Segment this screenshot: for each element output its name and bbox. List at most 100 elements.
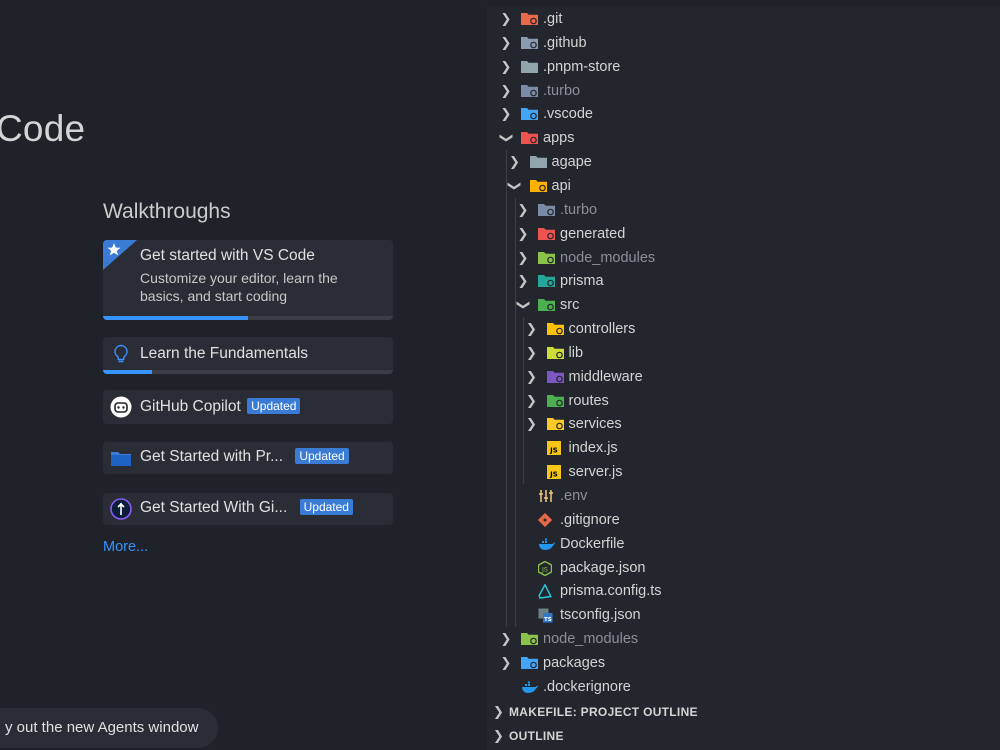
- svg-text:TS: TS: [544, 617, 552, 623]
- tree-item-label: middleware: [568, 368, 643, 385]
- tree-item-label: .git: [543, 11, 563, 27]
- tree-folder[interactable]: ❯ .turbo: [487, 198, 1000, 222]
- tree-item-label: package.json: [560, 559, 646, 576]
- services-folder-icon: [546, 417, 564, 431]
- javascript-file-icon: JS: [546, 441, 563, 456]
- tree-folder[interactable]: ❯ node_modules: [487, 246, 1000, 270]
- chevron-right-icon: ❯: [500, 34, 512, 50]
- tree-item-label: controllers: [568, 321, 636, 338]
- tree-item-label: .env: [560, 488, 588, 504]
- chevron-right-icon: ❯: [500, 654, 512, 670]
- tree-folder[interactable]: ❯ controllers: [487, 317, 1000, 341]
- tree-folder[interactable]: ❯ .vscode: [487, 102, 1000, 126]
- svg-text:JS: JS: [541, 565, 548, 573]
- walkthrough-card-get-started[interactable]: Get started with VS Code Customize your …: [103, 240, 393, 320]
- tree-file[interactable]: JS server.js: [487, 460, 1000, 484]
- tree-folder[interactable]: ❯ packages: [487, 651, 1000, 675]
- chevron-right-icon: ❯: [517, 201, 529, 217]
- tree-file[interactable]: .dockerignore: [487, 675, 1000, 699]
- chevron-right-icon: ❯: [526, 321, 537, 337]
- tree-folder[interactable]: ❯ apps: [487, 126, 1000, 150]
- tree-folder[interactable]: ❯ services: [487, 412, 1000, 436]
- tree-item-label: .turbo: [543, 82, 581, 99]
- tree-item-label: lib: [568, 344, 584, 361]
- tree-file[interactable]: JS package.json: [487, 556, 1000, 580]
- tree-item-label: src: [560, 297, 580, 314]
- controllers-folder-icon: [546, 322, 564, 336]
- chevron-right-icon: ❯: [517, 273, 529, 289]
- tree-file[interactable]: Dockerfile: [487, 532, 1000, 556]
- chevron-right-icon: ❯: [517, 225, 529, 241]
- tree-folder[interactable]: ❯ lib: [487, 341, 1000, 365]
- lib-folder-icon: [546, 346, 564, 360]
- tree-item-label: prisma: [560, 273, 604, 290]
- walkthrough-card-title: GitHub Copilot: [140, 398, 241, 415]
- chevron-right-icon: ❯: [526, 344, 537, 360]
- tree-folder[interactable]: ❯ prisma: [487, 269, 1000, 293]
- tsconfig-file-icon: TS: [538, 608, 554, 623]
- walkthrough-card-title: Get Started With Gi...: [140, 499, 288, 516]
- tree-folder[interactable]: ❯ .pnpm-store: [487, 55, 1000, 79]
- tree-file[interactable]: .env: [487, 484, 1000, 508]
- agents-window-button[interactable]: y out the new Agents window: [0, 708, 218, 748]
- tree-folder[interactable]: ❯ api: [487, 174, 1000, 198]
- chevron-right-icon: ❯: [517, 249, 529, 265]
- tree-file[interactable]: prisma.config.ts: [487, 579, 1000, 603]
- src-folder-icon: [538, 298, 555, 312]
- tree-item-label: api: [551, 177, 571, 194]
- tree-file[interactable]: TS tsconfig.json: [487, 603, 1000, 627]
- walkthrough-progress-bar: [103, 370, 393, 374]
- tree-folder[interactable]: ❯ .turbo: [487, 79, 1000, 103]
- routes-folder-icon: [546, 394, 564, 408]
- walkthrough-card-python[interactable]: Get Started with Pr... Updated: [103, 442, 393, 474]
- tree-file[interactable]: JS index.js: [487, 436, 1000, 460]
- walkthrough-progress-bar: [103, 316, 393, 320]
- folder-icon: [521, 60, 538, 74]
- prisma-file-icon: [538, 584, 554, 600]
- page-title: Code: [0, 108, 86, 149]
- tree-folder[interactable]: ❯ .git: [487, 7, 1000, 31]
- tree-folder[interactable]: ❯ .github: [487, 31, 1000, 55]
- chevron-right-icon: ❯: [500, 11, 512, 26]
- github-folder-icon: [521, 36, 538, 50]
- walkthrough-card-fundamentals[interactable]: Learn the Fundamentals: [103, 337, 393, 374]
- walkthrough-card-description: Customize your editor, learn the basics,…: [140, 270, 338, 304]
- section-title: MAKEFILE: PROJECT OUTLINE: [509, 705, 698, 719]
- tree-folder[interactable]: ❯ node_modules: [487, 627, 1000, 651]
- nodejs-file-icon: JS: [538, 560, 554, 576]
- walkthrough-card-git[interactable]: Get Started With Gi... Updated: [103, 493, 393, 525]
- tree-file[interactable]: .gitignore: [487, 508, 1000, 532]
- lightbulb-icon: [112, 344, 130, 364]
- vscode-folder-icon: [521, 107, 538, 121]
- chevron-right-icon: ❯: [500, 631, 512, 647]
- folder-icon: [529, 155, 547, 169]
- more-walkthroughs-link[interactable]: More...: [103, 539, 148, 555]
- tree-folder[interactable]: ❯ src: [487, 293, 1000, 317]
- tree-item-label: generated: [560, 225, 626, 242]
- tree-folder[interactable]: ❯ generated: [487, 222, 1000, 246]
- tree-folder[interactable]: ❯ agape: [487, 150, 1000, 174]
- tree-item-label: index.js: [568, 440, 618, 457]
- api-folder-icon: [529, 179, 547, 193]
- node-modules-folder-icon: [521, 632, 538, 646]
- updated-badge: Updated: [299, 499, 353, 515]
- git-folder-icon: [521, 12, 538, 26]
- walkthrough-card-copilot[interactable]: GitHub Copilot Updated: [103, 390, 393, 424]
- walkthroughs-heading: Walkthroughs: [103, 200, 231, 223]
- prisma-folder-icon: [538, 274, 555, 288]
- tree-folder[interactable]: ❯ middleware: [487, 365, 1000, 389]
- tree-item-label: Dockerfile: [560, 535, 625, 552]
- tree-item-label: node_modules: [560, 249, 656, 266]
- outline-section[interactable]: ❯ OUTLINE: [487, 724, 1000, 748]
- chevron-right-icon: ❯: [500, 106, 512, 122]
- chevron-right-icon: ❯: [526, 392, 537, 408]
- docker-file-icon: [521, 680, 538, 694]
- tree-item-label: agape: [551, 154, 592, 171]
- tree-item-label: .pnpm-store: [543, 58, 621, 75]
- updated-badge: Updated: [295, 448, 349, 464]
- generated-folder-icon: [538, 227, 555, 241]
- tree-item-label: .gitignore: [560, 511, 620, 528]
- makefile-outline-section[interactable]: ❯ MAKEFILE: PROJECT OUTLINE: [487, 700, 1000, 724]
- walkthrough-card-title-row: GitHub Copilot Updated: [140, 398, 301, 416]
- tree-folder[interactable]: ❯ routes: [487, 389, 1000, 413]
